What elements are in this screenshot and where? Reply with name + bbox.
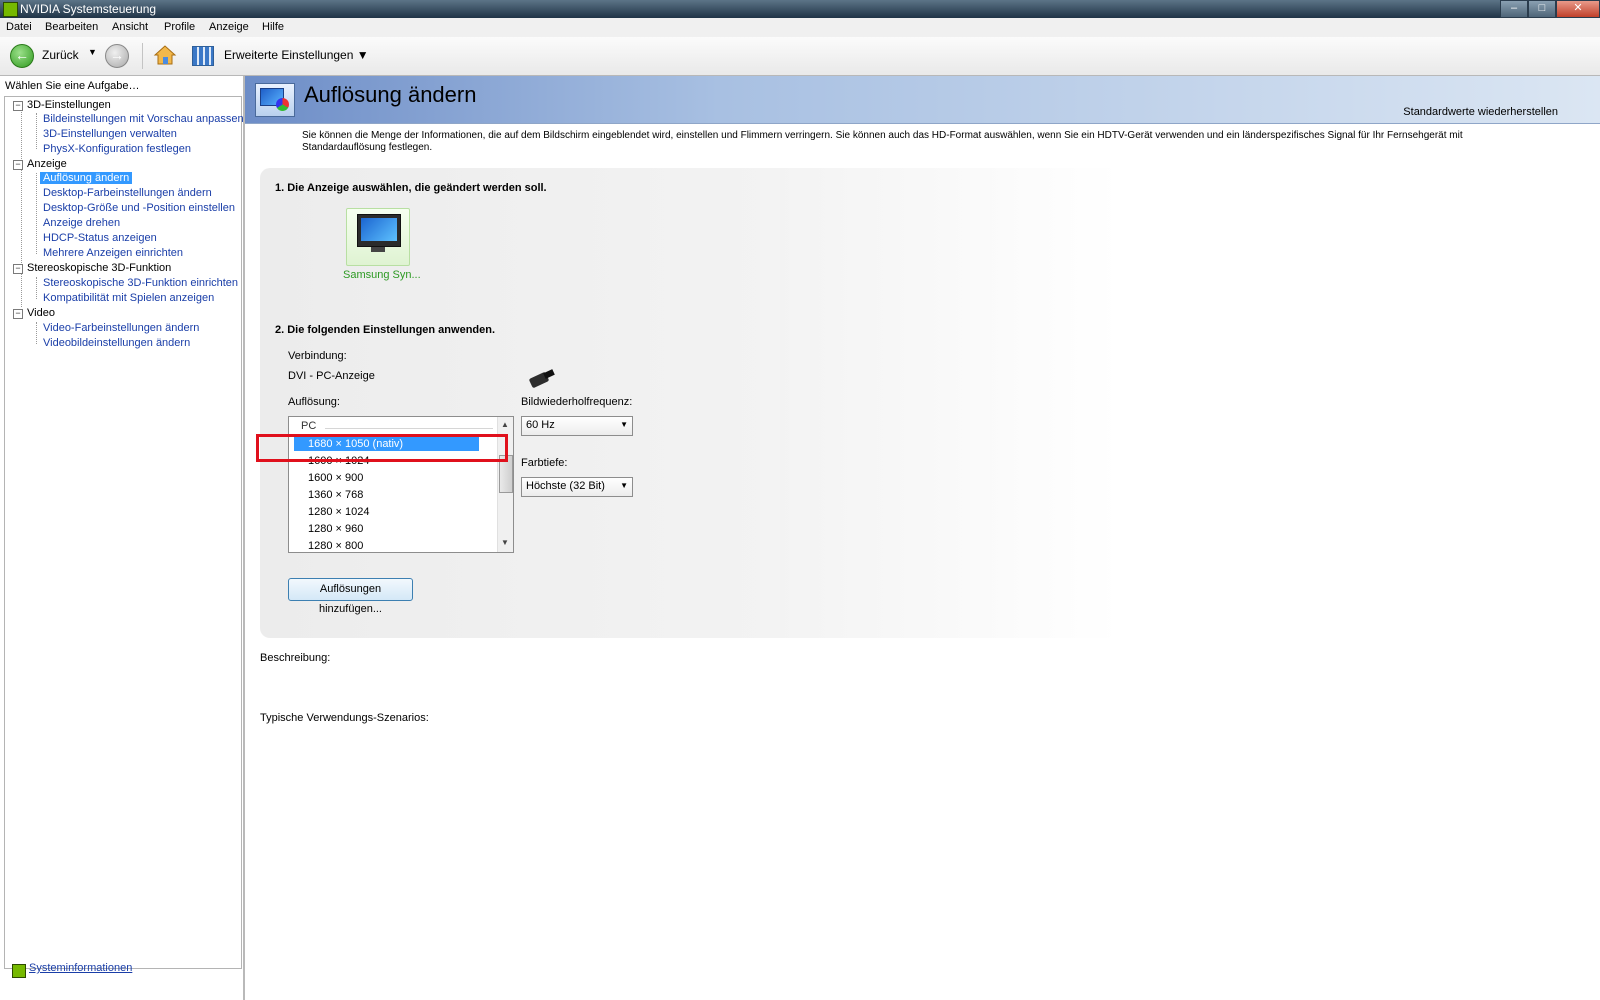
collapse-stereo-icon[interactable]: −	[13, 264, 23, 274]
tree-category-video[interactable]: Video	[27, 307, 55, 319]
sidebar-item-video-color[interactable]: Video-Farbeinstellungen ändern	[43, 322, 199, 334]
page-title: Auflösung ändern	[304, 82, 477, 107]
description-label: Beschreibung:	[260, 652, 331, 664]
step2-heading: 2. Die folgenden Einstellungen anwenden.	[275, 324, 496, 336]
dvi-connector-icon	[529, 369, 555, 388]
refresh-rate-select[interactable]: 60 Hz ▼	[521, 416, 633, 436]
usage-scenarios-label: Typische Verwendungs-Szenarios:	[260, 712, 429, 724]
connection-value: DVI - PC-Anzeige	[288, 370, 375, 382]
sidebar-item-change-resolution[interactable]: Auflösung ändern	[40, 172, 133, 184]
display-select-tile[interactable]	[346, 208, 410, 266]
back-arrow-icon[interactable]: ←	[10, 44, 34, 68]
sidebar-item-video-image[interactable]: Videobildeinstellungen ändern	[43, 337, 190, 349]
window-controls: – □ ✕	[1500, 0, 1600, 18]
tree-guide-line	[36, 277, 37, 299]
menu-bearbeiten[interactable]: Bearbeiten	[45, 21, 98, 33]
title-bar: NVIDIA Systemsteuerung – □ ✕	[0, 0, 1600, 18]
refresh-rate-value: 60 Hz	[526, 419, 555, 431]
sidebar-item-rotate-display[interactable]: Anzeige drehen	[43, 217, 120, 229]
color-depth-label: Farbtiefe:	[521, 457, 568, 469]
toolbar: ← Zurück ▼ → Erweiterte Einstellungen ▼	[0, 37, 1600, 76]
color-depth-select[interactable]: Höchste (32 Bit) ▼	[521, 477, 633, 497]
tree-guide-line	[36, 322, 37, 344]
sidebar-item-desktop-size[interactable]: Desktop-Größe und -Position einstellen	[43, 202, 235, 214]
system-info-icon	[12, 964, 26, 978]
home-icon[interactable]	[153, 44, 177, 66]
resolution-option[interactable]: 1280 × 960	[308, 523, 363, 535]
resolution-label: Auflösung:	[288, 396, 340, 408]
add-resolutions-button[interactable]: Auflösungen hinzufügen...	[288, 578, 413, 615]
minimize-button[interactable]: –	[1500, 0, 1528, 18]
sidebar-item-manage-3d[interactable]: 3D-Einstellungen verwalten	[43, 128, 177, 140]
menu-ansicht[interactable]: Ansicht	[112, 21, 148, 33]
tree-guide-line	[36, 173, 37, 254]
chevron-down-icon: ▼	[620, 481, 628, 490]
color-depth-value: Höchste (32 Bit)	[526, 480, 605, 492]
back-history-dropdown-icon[interactable]: ▼	[88, 47, 97, 57]
advanced-settings-dropdown[interactable]: Erweiterte Einstellungen ▼	[224, 48, 369, 62]
tree-category-display[interactable]: Anzeige	[27, 158, 67, 170]
sidebar-item-desktop-color[interactable]: Desktop-Farbeinstellungen ändern	[43, 187, 212, 199]
resolution-group-label: PC	[301, 420, 317, 432]
task-tree: − 3D-Einstellungen Bildeinstellungen mit…	[4, 96, 244, 969]
main-content: Auflösung ändern Standardwerte wiederher…	[245, 76, 1600, 1000]
sidebar-item-stereo-setup[interactable]: Stereoskopische 3D-Funktion einrichten	[43, 277, 238, 289]
step1-heading: 1. Die Anzeige auswählen, die geändert w…	[275, 182, 547, 194]
collapse-3d-icon[interactable]: −	[13, 101, 23, 111]
nvidia-app-icon	[3, 2, 18, 17]
scroll-up-icon[interactable]: ▲	[501, 420, 509, 429]
window-title: NVIDIA Systemsteuerung	[20, 2, 157, 16]
monitor-icon	[357, 214, 401, 247]
system-info-link[interactable]: Systeminformationen	[29, 962, 132, 974]
sidebar-item-hdcp-status[interactable]: HDCP-Status anzeigen	[43, 232, 157, 244]
forward-arrow-icon[interactable]: →	[105, 44, 129, 68]
sidebar-item-image-preview[interactable]: Bildeinstellungen mit Vorschau anpassen	[43, 113, 244, 125]
connection-label: Verbindung:	[288, 350, 347, 362]
resolution-option[interactable]: 1600 × 900	[308, 472, 363, 484]
scroll-down-icon[interactable]: ▼	[501, 538, 509, 547]
menu-datei[interactable]: Datei	[6, 21, 32, 33]
collapse-video-icon[interactable]: −	[13, 309, 23, 319]
collapse-display-icon[interactable]: −	[13, 160, 23, 170]
menu-hilfe[interactable]: Hilfe	[262, 21, 284, 33]
resolution-option[interactable]: 1280 × 800	[308, 540, 363, 552]
menu-bar: Datei Bearbeiten Ansicht Profile Anzeige…	[0, 18, 1600, 38]
close-button[interactable]: ✕	[1556, 0, 1600, 18]
toolbar-separator	[142, 43, 143, 69]
tree-category-stereo[interactable]: Stereoskopische 3D-Funktion	[27, 262, 171, 274]
refresh-rate-label: Bildwiederholfrequenz:	[521, 396, 633, 408]
page-intro-text: Sie können die Menge der Informationen, …	[302, 130, 1463, 153]
sidebar-item-physx[interactable]: PhysX-Konfiguration festlegen	[43, 143, 191, 155]
sidebar-item-multiple-displays[interactable]: Mehrere Anzeigen einrichten	[43, 247, 183, 259]
menu-anzeige[interactable]: Anzeige	[209, 21, 249, 33]
monitor-stand	[371, 247, 385, 252]
task-sidebar: Wählen Sie eine Aufgabe… − 3D-Einstellun…	[0, 76, 245, 1000]
restore-defaults-link[interactable]: Standardwerte wiederherstellen	[1403, 106, 1558, 118]
menu-profile[interactable]: Profile	[164, 21, 195, 33]
resolution-page-icon	[255, 83, 295, 117]
page-header: Auflösung ändern Standardwerte wiederher…	[245, 76, 1600, 124]
sidebar-heading: Wählen Sie eine Aufgabe…	[5, 80, 140, 92]
display-name-label[interactable]: Samsung Syn...	[343, 269, 421, 281]
resolution-option[interactable]: 1360 × 768	[308, 489, 363, 501]
highlight-annotation-box	[256, 434, 508, 462]
back-button-label[interactable]: Zurück	[42, 48, 79, 62]
group-divider	[325, 428, 493, 429]
tree-guide-line	[36, 113, 37, 149]
tree-guide-line	[21, 109, 22, 307]
resolution-option[interactable]: 1280 × 1024	[308, 506, 369, 518]
advanced-settings-icon[interactable]	[192, 46, 214, 66]
chevron-down-icon: ▼	[620, 420, 628, 429]
tree-category-3d[interactable]: 3D-Einstellungen	[27, 99, 111, 111]
sidebar-item-game-compat[interactable]: Kompatibilität mit Spielen anzeigen	[43, 292, 214, 304]
maximize-button[interactable]: □	[1528, 0, 1556, 18]
